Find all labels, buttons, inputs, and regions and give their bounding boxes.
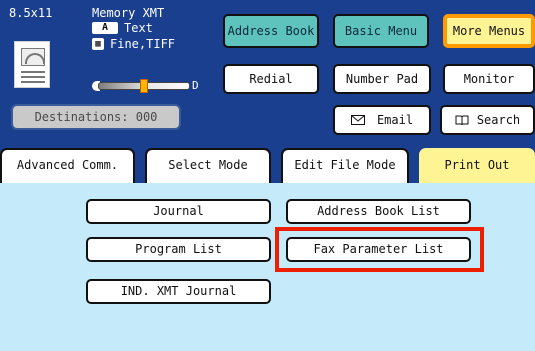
highlight-box [275, 227, 484, 272]
transmit-mode: Memory XMT [92, 6, 165, 20]
search-label: Search [476, 113, 521, 127]
program-list-button[interactable]: Program List [86, 237, 271, 262]
document-icon [14, 41, 50, 88]
text-mode-icon: A [92, 22, 118, 34]
resolution-grid-icon: ▦ [92, 38, 104, 50]
destinations-button[interactable]: Destinations: 000 [11, 104, 181, 130]
resolution: Fine,TIFF [110, 37, 176, 51]
email-button[interactable]: Email [333, 105, 431, 135]
tab-strip: Advanced Comm. Select Mode Edit File Mod… [0, 143, 535, 183]
paper-size: 8.5x11 [9, 6, 53, 20]
status-panel: 8.5x11 Memory XMT A Text ▦ Fine,TIFF D D… [0, 0, 535, 143]
address-book-button[interactable]: Address Book [223, 14, 319, 48]
more-menus-button[interactable]: More Menus [443, 14, 535, 48]
envelope-icon [350, 108, 365, 134]
search-button[interactable]: Search [440, 105, 535, 135]
basic-menu-button[interactable]: Basic Menu [333, 14, 429, 48]
tab-edit-file-mode[interactable]: Edit File Mode [281, 148, 409, 183]
address-book-list-button[interactable]: Address Book List [286, 199, 471, 224]
journal-button[interactable]: Journal [86, 199, 271, 224]
original-type: Text [124, 21, 153, 35]
ind-xmt-journal-button[interactable]: IND. XMT Journal [86, 279, 271, 304]
tab-advanced-comm[interactable]: Advanced Comm. [0, 148, 135, 183]
contrast-slider[interactable]: D [92, 79, 200, 93]
number-pad-button[interactable]: Number Pad [333, 64, 431, 94]
monitor-button[interactable]: Monitor [443, 64, 535, 94]
redial-button[interactable]: Redial [223, 64, 319, 94]
tab-print-out[interactable]: Print Out [419, 148, 535, 183]
book-icon [455, 108, 469, 134]
contrast-slider-thumb[interactable] [140, 79, 148, 93]
fax-screen: 8.5x11 Memory XMT A Text ▦ Fine,TIFF D D… [0, 0, 535, 351]
tab-select-mode[interactable]: Select Mode [145, 148, 271, 183]
email-label: Email [376, 113, 414, 127]
